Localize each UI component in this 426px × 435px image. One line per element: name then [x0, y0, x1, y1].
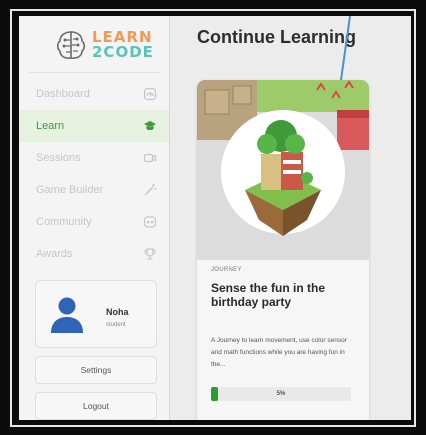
course-title: Sense the fun in the birthday party: [211, 281, 326, 309]
main-content: Continue Learning JOURNEY Sense the fun …: [171, 16, 411, 420]
video-icon: [143, 153, 157, 163]
brain-icon: [56, 31, 86, 59]
course-progress-bar: 5%: [211, 387, 351, 401]
trophy-icon: [144, 248, 156, 260]
course-description: A Journey to learn movement, use color s…: [211, 337, 347, 368]
sidebar-item-dashboard[interactable]: Dashboard: [19, 78, 169, 110]
sidebar-item-label: Awards: [36, 248, 73, 260]
sidebar-item-game-builder[interactable]: Game Builder: [19, 174, 169, 206]
profile-card[interactable]: Noha student: [35, 280, 157, 348]
sidebar-item-community[interactable]: Community: [19, 206, 169, 238]
sidebar-item-sessions[interactable]: Sessions: [19, 142, 169, 174]
sidebar-item-label: Dashboard: [36, 88, 90, 100]
course-tag: JOURNEY: [211, 267, 242, 273]
dashboard-icon: [143, 87, 157, 101]
sidebar-item-learn[interactable]: Learn: [19, 110, 169, 142]
sidebar-item-label: Community: [36, 216, 92, 228]
page-title: Continue Learning: [197, 27, 356, 47]
brand-logo[interactable]: LEARN 2CODE: [54, 26, 153, 70]
profile-role: student: [106, 322, 126, 328]
course-illustration: [197, 80, 369, 260]
sidebar-nav: Dashboard Learn Sessions Game Builder Co…: [19, 78, 169, 270]
sidebar: LEARN 2CODE Dashboard Learn Sessions Gam…: [19, 16, 170, 420]
progress-label: 5%: [276, 391, 286, 397]
sidebar-item-label: Sessions: [36, 152, 81, 164]
community-icon: [143, 216, 157, 228]
course-card[interactable]: JOURNEY Sense the fun in the birthday pa…: [197, 80, 369, 420]
sidebar-item-label: Learn: [36, 120, 65, 132]
profile-name: Noha: [106, 307, 129, 317]
graduation-cap-icon: [144, 121, 156, 131]
avatar: [51, 297, 83, 333]
logout-button[interactable]: Logout: [35, 392, 157, 420]
brand-wordmark: LEARN 2CODE: [92, 30, 154, 60]
magic-wand-icon: [144, 184, 157, 196]
sidebar-item-label: Game Builder: [36, 184, 104, 196]
sidebar-item-awards[interactable]: Awards: [19, 238, 169, 270]
settings-button[interactable]: Settings: [35, 356, 157, 384]
logo-divider: [29, 72, 159, 73]
app-window: LEARN 2CODE Dashboard Learn Sessions Gam…: [19, 16, 411, 420]
brand-line-2: 2CODE: [92, 43, 154, 61]
